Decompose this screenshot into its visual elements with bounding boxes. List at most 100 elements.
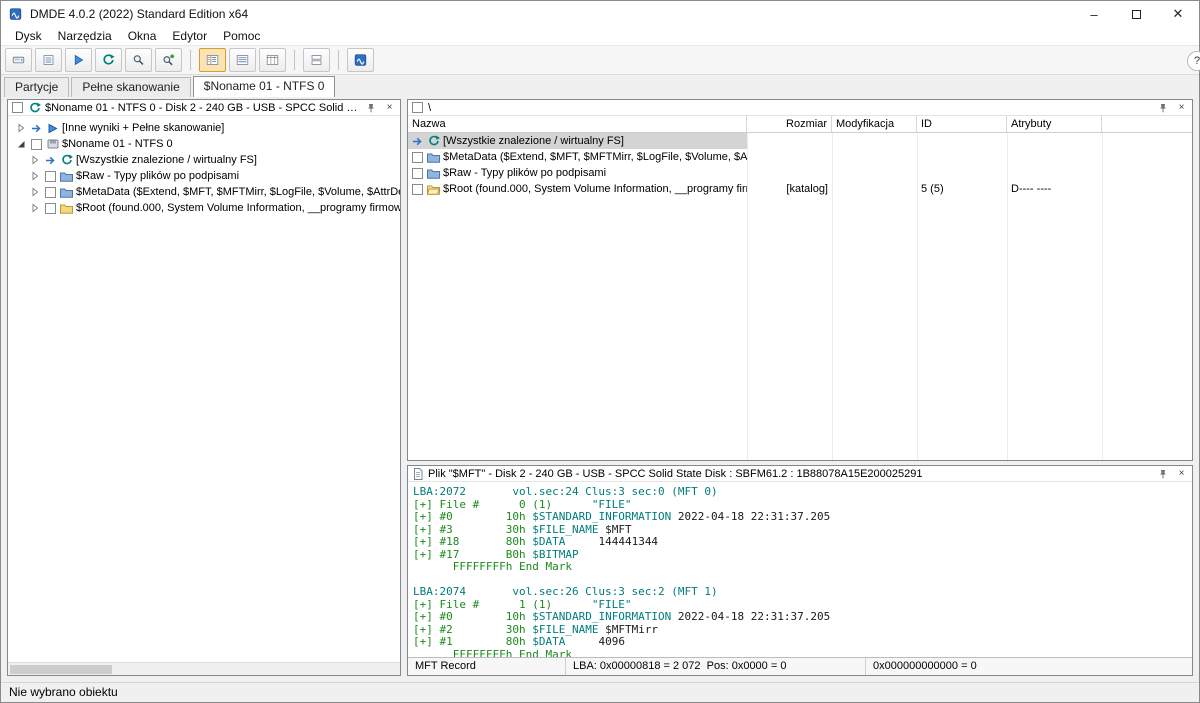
close-panel-button[interactable]: × (1174, 467, 1189, 481)
tab-partycje[interactable]: Partycje (4, 77, 69, 97)
menu-narz-dzia[interactable]: Narzędzia (50, 27, 120, 45)
checkbox-icon[interactable] (411, 151, 424, 163)
pin-panel-button[interactable] (363, 101, 378, 115)
file-name-cell[interactable]: $Raw - Typy plików po podpisami (408, 165, 747, 181)
column-header-nazwa[interactable]: Nazwa (408, 116, 747, 132)
view-cols-button[interactable] (259, 48, 286, 72)
checkbox-icon[interactable] (411, 167, 424, 179)
column-header-modyfikacja[interactable]: Modyfikacja (832, 116, 917, 132)
folder-yellow-icon (60, 202, 73, 214)
search-new-icon (162, 54, 175, 66)
column-separator (747, 133, 748, 460)
close-button[interactable]: ✕ (1157, 1, 1199, 27)
file-list-panel: \ × NazwaRozmiarModyfikacjaIDAtrybuty [W… (407, 99, 1193, 461)
maximize-button[interactable] (1115, 1, 1157, 27)
checkbox-icon[interactable] (11, 102, 24, 114)
view-tree-icon (206, 54, 219, 66)
tab-pe-ne-skanowanie[interactable]: Pełne skanowanie (71, 77, 190, 97)
checkbox-icon[interactable] (44, 202, 57, 214)
view-list-button[interactable] (229, 48, 256, 72)
menu-dysk[interactable]: Dysk (7, 27, 50, 45)
file-row[interactable]: $MetaData ($Extend, $MFT, $MFTMirr, $Log… (408, 149, 1192, 165)
scrollbar-thumb[interactable] (10, 665, 112, 674)
view-tree-button[interactable] (199, 48, 226, 72)
hex-viewer-panel: Plik "$MFT" - Disk 2 - 240 GB - USB - SP… (407, 465, 1193, 676)
checkbox-icon[interactable] (30, 138, 43, 150)
open-image-button[interactable] (35, 48, 62, 72)
workspace: $Noname 01 - NTFS 0 - Disk 2 - 240 GB - … (1, 97, 1199, 682)
checkbox-icon[interactable] (44, 170, 57, 182)
help-button[interactable]: ? (1187, 51, 1200, 71)
file-name-cell[interactable]: [Wszystkie znalezione / wirtualny FS] (408, 133, 747, 149)
pin-panel-button[interactable] (1155, 101, 1170, 115)
folder-blue-icon (60, 170, 73, 182)
mft-record-view[interactable]: LBA:2072 vol.sec:24 Clus:3 sec:0 (MFT 0)… (408, 483, 1192, 657)
tree-item-label: $Root (found.000, System Volume Informat… (76, 202, 400, 214)
minimize-button[interactable]: – (1073, 1, 1115, 27)
split-horiz-button[interactable] (303, 48, 330, 72)
goto-icon (411, 135, 424, 147)
continue-button[interactable] (65, 48, 92, 72)
hex-status-mode: MFT Record (408, 658, 566, 675)
expander-closed-icon[interactable] (28, 154, 41, 166)
menu-pomoc[interactable]: Pomoc (215, 27, 268, 45)
tree-item-label: [Wszystkie znalezione / wirtualny FS] (76, 154, 257, 166)
file-row[interactable]: [Wszystkie znalezione / wirtualny FS] (408, 133, 1192, 149)
search-new-button[interactable] (155, 48, 182, 72)
column-separator (1007, 133, 1008, 460)
file-row[interactable]: $Root (found.000, System Volume Informat… (408, 181, 1192, 197)
hex-panel-title: Plik "$MFT" - Disk 2 - 240 GB - USB - SP… (428, 468, 1151, 480)
tree-item[interactable]: $MetaData ($Extend, $MFT, $MFTMirr, $Log… (8, 184, 400, 200)
close-panel-button[interactable]: × (382, 101, 397, 115)
pin-panel-button[interactable] (1155, 467, 1170, 481)
dmde-logo-button[interactable] (347, 48, 374, 72)
hex-panel-header: Plik "$MFT" - Disk 2 - 240 GB - USB - SP… (408, 466, 1192, 482)
tree-item[interactable]: $Raw - Typy plików po podpisami (8, 168, 400, 184)
tree-item[interactable]: [Wszystkie znalezione / wirtualny FS] (8, 152, 400, 168)
file-row[interactable]: $Raw - Typy plików po podpisami (408, 165, 1192, 181)
goto-icon (30, 122, 43, 134)
dmde-logo-icon (354, 54, 367, 66)
dmde-window: { "window": { "title": "DMDE 4.0.2 (2022… (0, 0, 1200, 703)
menu-okna[interactable]: Okna (120, 27, 165, 45)
tree-item[interactable]: $Noname 01 - NTFS 0 (8, 136, 400, 152)
search-button[interactable] (125, 48, 152, 72)
file-rows: [Wszystkie znalezione / wirtualny FS] $Me… (408, 133, 1192, 197)
play-icon (46, 122, 59, 134)
reload-icon (427, 135, 440, 147)
expander-closed-icon[interactable] (14, 122, 27, 134)
checkbox-icon[interactable] (411, 183, 424, 195)
close-panel-button[interactable]: × (1174, 101, 1189, 115)
checkbox-icon[interactable] (411, 102, 424, 114)
toolbar: ? (1, 45, 1199, 75)
column-headers: NazwaRozmiarModyfikacjaIDAtrybuty (408, 116, 1192, 133)
file-name-label: $MetaData ($Extend, $MFT, $MFTMirr, $Log… (443, 151, 747, 163)
split-horiz-icon (310, 54, 323, 66)
expander-open-icon[interactable] (14, 138, 27, 150)
reopen-icon (102, 54, 115, 66)
menu-bar: DyskNarzędziaOknaEdytorPomoc (1, 27, 1199, 45)
hex-status-lba: LBA: 0x00000818 = 2 072 Pos: 0x0000 = 0 (566, 658, 866, 675)
search-icon (132, 54, 145, 66)
view-cols-icon (266, 54, 279, 66)
expander-closed-icon[interactable] (28, 202, 41, 214)
column-header-rozmiar[interactable]: Rozmiar (747, 116, 832, 132)
tree-item[interactable]: $Root (found.000, System Volume Informat… (8, 200, 400, 216)
reopen-button[interactable] (95, 48, 122, 72)
continue-icon (72, 54, 85, 66)
file-name-cell[interactable]: $Root (found.000, System Volume Informat… (408, 181, 747, 197)
menu-edytor[interactable]: Edytor (164, 27, 215, 45)
column-header-id[interactable]: ID (917, 116, 1007, 132)
tab-noname-01-ntfs-0[interactable]: $Noname 01 - NTFS 0 (193, 76, 336, 97)
tree-horizontal-scrollbar[interactable] (8, 662, 400, 675)
file-id-cell: 5 (5) (917, 183, 1007, 195)
select-disk-button[interactable] (5, 48, 32, 72)
expander-closed-icon[interactable] (28, 186, 41, 198)
column-header-atrybuty[interactable]: Atrybuty (1007, 116, 1102, 132)
expander-closed-icon[interactable] (28, 170, 41, 182)
checkbox-icon[interactable] (44, 186, 57, 198)
folder-blue-icon (427, 167, 440, 179)
tree-item[interactable]: [Inne wyniki + Pełne skanowanie] (8, 120, 400, 136)
file-name-cell[interactable]: $MetaData ($Extend, $MFT, $MFTMirr, $Log… (408, 149, 747, 165)
reload-icon (28, 102, 41, 114)
